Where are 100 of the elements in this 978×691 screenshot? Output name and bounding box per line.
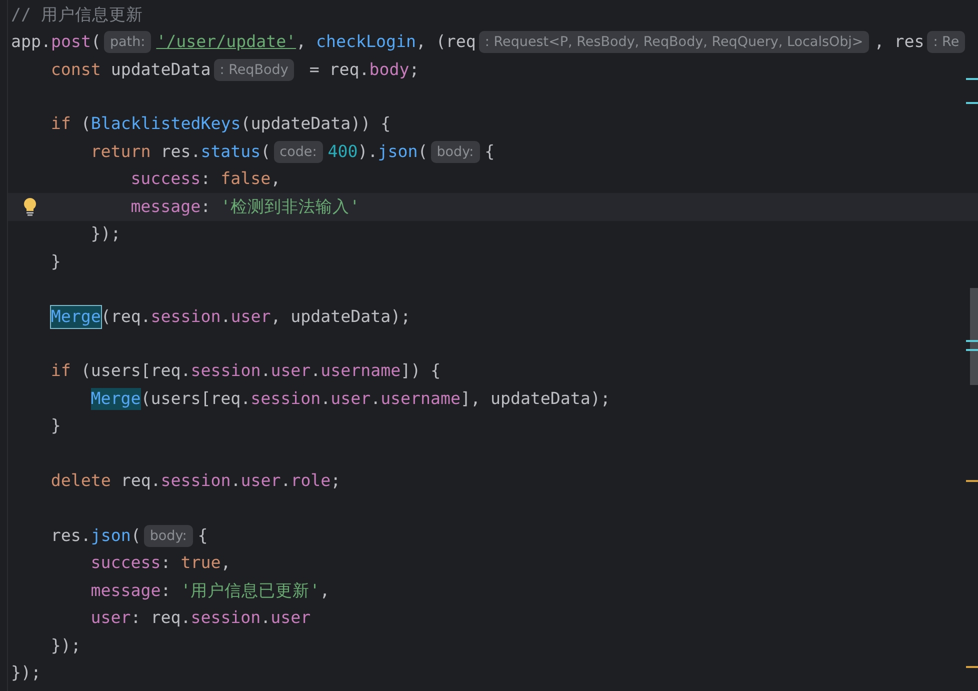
code-text: , xyxy=(220,552,231,574)
parameter-hint: : ReqBody xyxy=(214,58,294,81)
search-match: Merge xyxy=(50,306,101,328)
parameter-hint: : Request<P, ResBody, ReqBody, ReqQuery, LocalsObj> xyxy=(478,31,870,54)
marker-stripe[interactable] xyxy=(966,480,978,482)
code-text: , updateData); xyxy=(270,306,411,328)
code-text: }); xyxy=(50,634,81,657)
code-text: (users[req. xyxy=(140,388,251,410)
code-text: res. xyxy=(160,140,201,163)
code-text: { xyxy=(484,140,495,163)
code-text: ( xyxy=(80,113,91,136)
code-keyword: if xyxy=(50,360,71,382)
property-name: session xyxy=(150,306,221,328)
code-text: . xyxy=(280,470,291,492)
property-name: user xyxy=(270,360,311,382)
code-text: { xyxy=(198,525,208,548)
code-text: . xyxy=(220,306,231,328)
code-text: ]) { xyxy=(400,360,441,382)
parameter-hint: body: xyxy=(144,525,193,548)
marker-stripe[interactable] xyxy=(966,349,978,351)
code-keyword: return xyxy=(90,140,151,163)
string-literal: '用户信息已更新' xyxy=(180,580,320,602)
function-name: checkLogin xyxy=(316,31,416,54)
scrollbar-thumb[interactable] xyxy=(970,288,978,385)
string-literal: '检测到非法输入' xyxy=(220,196,360,218)
number-literal: 400 xyxy=(328,140,358,163)
marker-stripe[interactable] xyxy=(966,78,978,80)
code-text: app. xyxy=(11,31,51,54)
code-text: (req. xyxy=(100,306,151,328)
code-text: ( xyxy=(418,140,428,163)
code-text: : xyxy=(160,580,172,602)
code-text: (users[req. xyxy=(80,360,191,382)
code-text: ; xyxy=(330,470,341,492)
function-name: status xyxy=(200,140,261,163)
code-text: : xyxy=(160,552,172,574)
marker-stripe[interactable] xyxy=(966,102,978,104)
marker-stripe[interactable] xyxy=(966,340,978,342)
code-text: : xyxy=(200,196,212,218)
code-text: , xyxy=(320,580,330,602)
string-literal: '/user/update' xyxy=(156,31,296,54)
parameter-hint: body: xyxy=(430,140,480,163)
code-text: req. xyxy=(120,470,161,492)
property-name: session xyxy=(250,388,321,410)
property-name: body xyxy=(369,58,410,81)
parameter-hint: code: xyxy=(274,140,323,163)
code-text: . xyxy=(320,388,331,410)
property-name: session xyxy=(160,470,231,492)
function-name: json xyxy=(90,525,131,548)
code-text: , res xyxy=(874,31,924,54)
property-name: post xyxy=(50,31,91,54)
property-name: message xyxy=(130,196,201,218)
code-keyword: const xyxy=(50,58,101,81)
property-name: username xyxy=(320,360,401,382)
property-name: success xyxy=(90,552,161,574)
code-text: . xyxy=(260,360,271,382)
property-name: success xyxy=(130,168,201,190)
code-text: } xyxy=(50,250,61,273)
code-text: } xyxy=(50,415,61,438)
code-text: ; xyxy=(409,58,420,81)
search-match: Merge xyxy=(90,388,141,410)
code-text: (updateData)) { xyxy=(240,113,391,136)
property-name: user xyxy=(330,388,371,410)
code-text: ( xyxy=(130,525,141,548)
parameter-hint: : Re xyxy=(927,31,966,54)
code-text: . xyxy=(310,360,321,382)
code-keyword: delete xyxy=(50,470,111,492)
code-text: , xyxy=(296,31,308,54)
code-text: ( xyxy=(260,140,271,163)
property-name: session xyxy=(190,360,261,382)
code-text: res. xyxy=(50,525,91,548)
code-text: updateData xyxy=(110,58,211,81)
property-name: role xyxy=(290,470,331,492)
code-text: ( xyxy=(90,31,101,54)
marker-stripe[interactable] xyxy=(966,666,978,668)
property-name: user xyxy=(230,306,271,328)
code-text: : xyxy=(200,168,212,190)
code-text: }); xyxy=(11,662,41,684)
code-text: }); xyxy=(90,223,121,246)
property-name: user xyxy=(240,470,281,492)
code-text: , xyxy=(270,168,281,190)
code-keyword: true xyxy=(180,552,221,574)
lightbulb-icon[interactable] xyxy=(22,197,38,218)
parameter-hint: path: xyxy=(104,31,152,54)
function-name: json xyxy=(378,140,418,163)
code-text: . xyxy=(370,388,381,410)
property-name: user xyxy=(270,607,311,630)
property-name: session xyxy=(190,607,261,630)
code-text: , (req xyxy=(416,31,476,54)
function-name: BlacklistedKeys xyxy=(90,113,241,136)
code-text: . xyxy=(230,470,241,492)
code-keyword: false xyxy=(220,168,271,190)
code-text: ). xyxy=(358,140,378,163)
code-text: . xyxy=(260,607,271,630)
property-name: message xyxy=(90,580,161,602)
code-keyword: if xyxy=(50,113,71,136)
code-text: ], updateData); xyxy=(460,388,610,410)
code-comment: // 用户信息更新 xyxy=(11,4,143,26)
code-text: = req. xyxy=(308,58,370,81)
property-name: username xyxy=(380,388,460,410)
property-name: user xyxy=(90,607,131,630)
